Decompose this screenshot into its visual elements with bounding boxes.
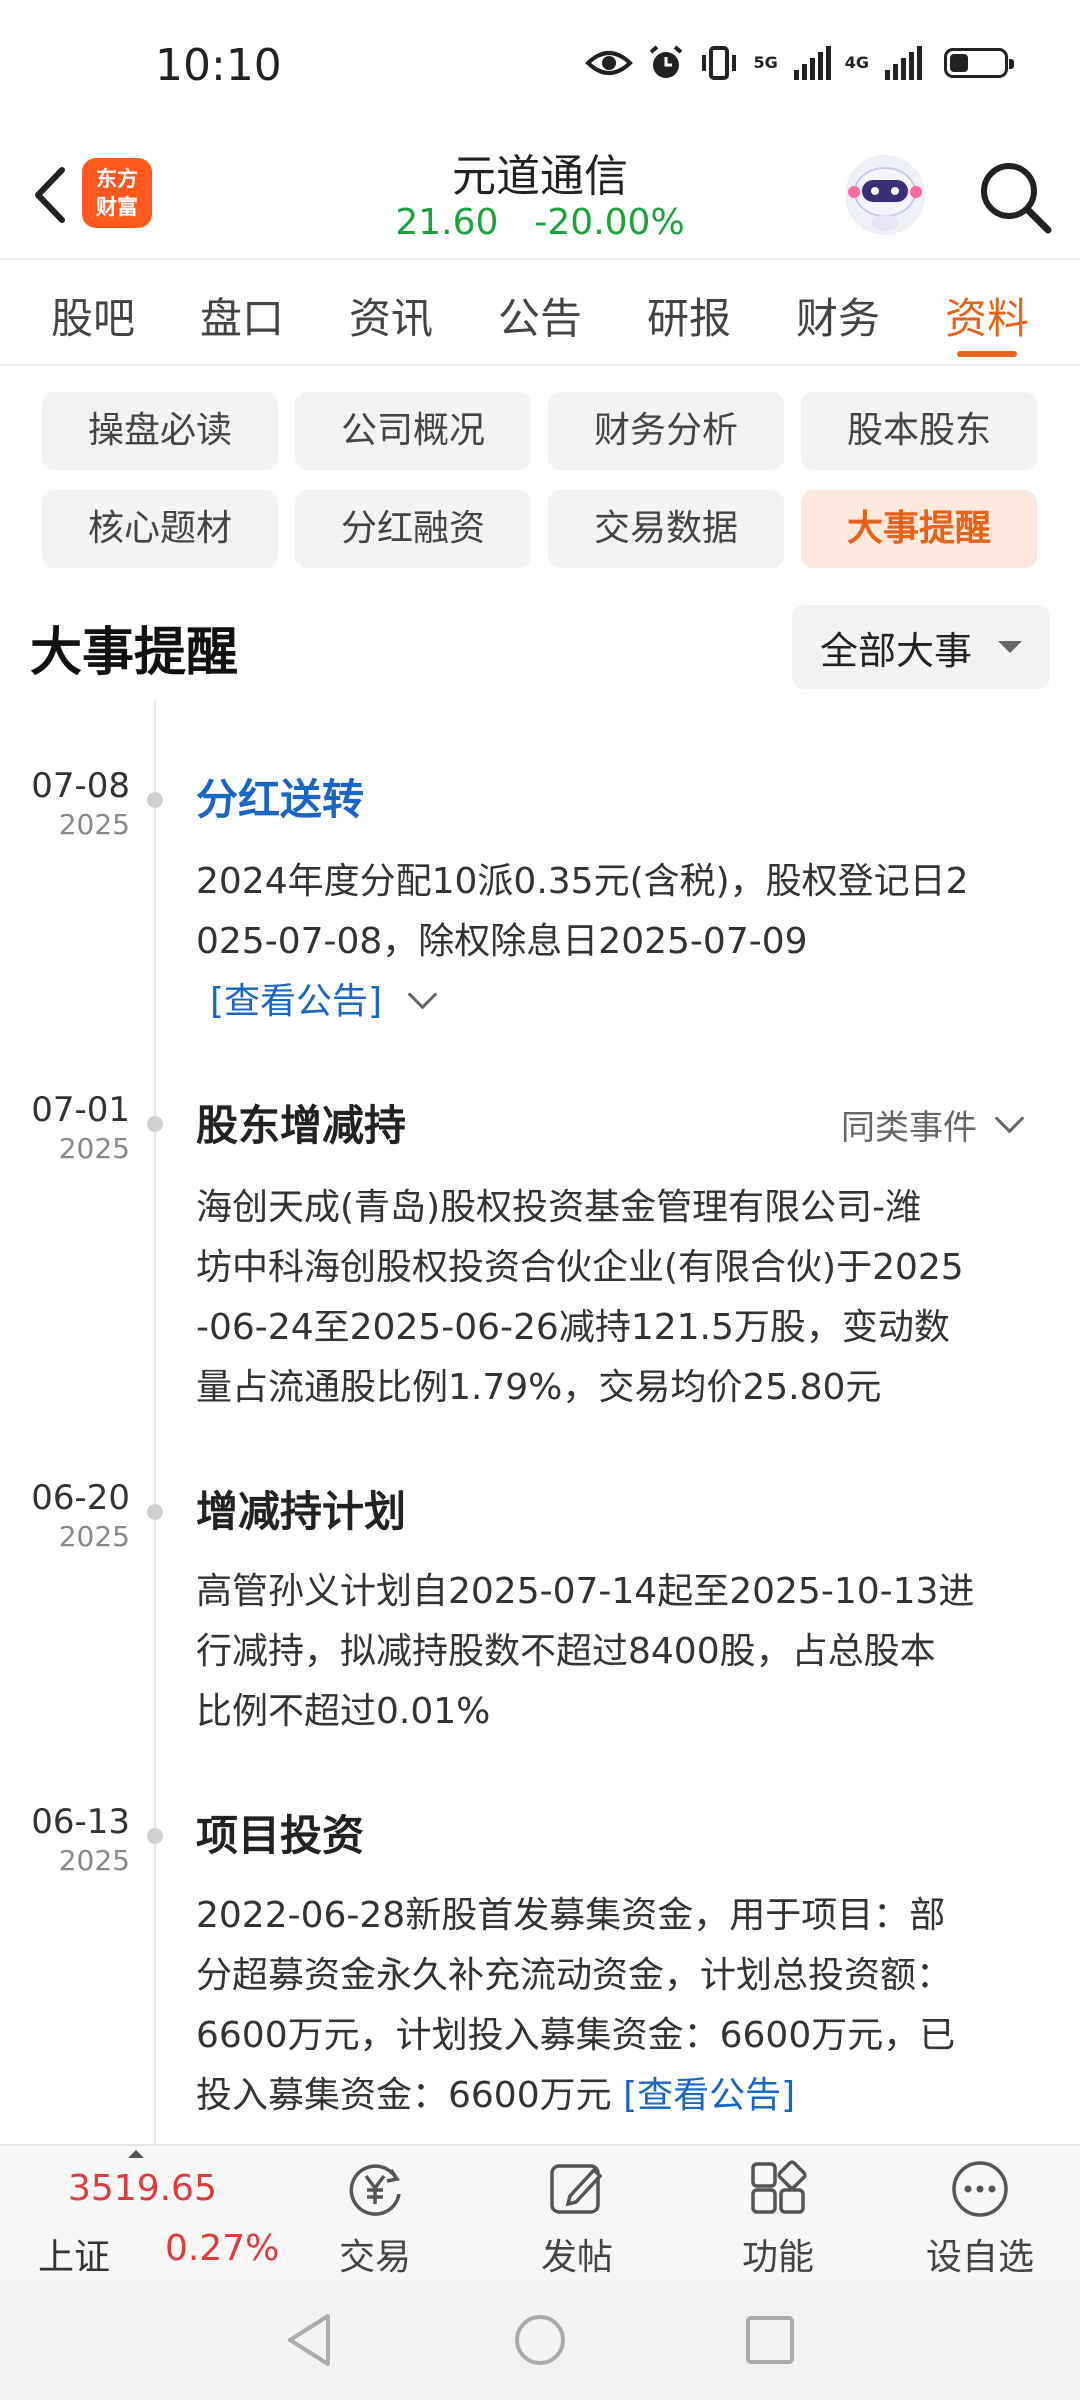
- expand-chevron-icon[interactable]: [407, 979, 438, 1010]
- dropdown-triangle-icon: [998, 641, 1022, 653]
- robot-assistant-icon[interactable]: [840, 150, 930, 240]
- timeline-dot: [147, 1828, 163, 1844]
- timeline-dot: [147, 1504, 163, 1520]
- eye-icon: [585, 51, 634, 75]
- filter-label: 全部大事: [819, 628, 972, 673]
- status-time: 10:10: [155, 40, 282, 91]
- yuan-refresh-icon: [349, 2164, 401, 2216]
- event-description: 2022-06-28新股首发募集资金，用于项目：部 分超募资金永久补充流动资金，…: [196, 1895, 956, 2116]
- signal-5g-icon: [793, 46, 831, 80]
- category-chip[interactable]: 公司概况: [295, 392, 531, 470]
- add-watchlist-button[interactable]: 设自选: [915, 2158, 1045, 2280]
- tab-item[interactable]: 股吧: [20, 285, 166, 346]
- event-date: 06-20: [31, 1478, 130, 1518]
- tab-item[interactable]: 研报: [616, 285, 762, 346]
- category-chip[interactable]: 股本股东: [801, 392, 1037, 470]
- event-title[interactable]: 分红送转: [196, 766, 364, 827]
- functions-button[interactable]: 功能: [713, 2158, 843, 2280]
- event-title: 增减持计划: [196, 1487, 407, 1536]
- stock-change: -20.00%: [534, 202, 685, 243]
- similar-events-button[interactable]: 同类事件: [841, 1100, 1025, 1149]
- system-nav-bar: [0, 2280, 1080, 2400]
- nav-home-icon[interactable]: [512, 2310, 568, 2370]
- battery-icon: [944, 48, 1014, 78]
- category-chip[interactable]: 财务分析: [548, 392, 784, 470]
- event-title: 股东增减持: [196, 1101, 407, 1150]
- main-tabs: 股吧 盘口 资讯 公告 研报 财务 资料: [20, 285, 1060, 357]
- alarm-icon: [650, 45, 683, 78]
- event-year: 2025: [58, 1844, 130, 1877]
- event-date: 07-01: [31, 1090, 130, 1130]
- category-chip[interactable]: 操盘必读: [42, 392, 278, 470]
- event-year: 2025: [58, 1520, 130, 1553]
- stock-price: 21.60: [395, 202, 499, 243]
- category-chip[interactable]: 大事提醒: [801, 490, 1037, 568]
- post-button[interactable]: 发帖: [512, 2158, 642, 2280]
- event-date: 07-08: [31, 766, 130, 806]
- sub-category-chips: 操盘必读 公司概况 财务分析 股本股东核心题材 分红融资 交易数据 大事提醒: [42, 392, 1040, 568]
- index-value[interactable]: 3519.65: [68, 2168, 217, 2209]
- view-announcement-link[interactable]: [查看公告]: [623, 2075, 795, 2116]
- event-title: 项目投资: [196, 1811, 365, 1860]
- category-chip[interactable]: 交易数据: [548, 490, 784, 568]
- net-4g-label: 4G: [844, 53, 869, 72]
- chevron-down-icon: [994, 1103, 1025, 1134]
- vibrate-icon: [702, 46, 737, 80]
- grid-apps-icon: [751, 2160, 807, 2214]
- event-date: 06-13: [31, 1802, 130, 1842]
- event-description: 高管孙义计划自2025-07-14起至2025-10-13进 行减持，拟减持股数…: [196, 1571, 975, 1732]
- category-chip[interactable]: 核心题材: [42, 490, 278, 568]
- nav-back-icon[interactable]: [282, 2310, 338, 2370]
- view-announcement-link[interactable]: [查看公告]: [210, 981, 382, 1022]
- index-change[interactable]: 0.27%: [165, 2228, 279, 2269]
- event-filter-dropdown[interactable]: 全部大事: [792, 605, 1050, 689]
- tab-item[interactable]: 资讯: [318, 285, 464, 346]
- header-divider: [0, 258, 1080, 260]
- timeline-dot: [147, 1116, 163, 1132]
- tab-item[interactable]: 财务: [765, 285, 911, 346]
- timeline-line: [154, 700, 156, 2150]
- event-year: 2025: [58, 808, 130, 841]
- tab-item[interactable]: 资料: [914, 285, 1060, 357]
- tabs-divider: [0, 364, 1080, 366]
- more-circle-icon: [952, 2161, 1008, 2217]
- edit-post-icon: [550, 2164, 603, 2214]
- caret-up-icon: [128, 2150, 144, 2158]
- tab-item[interactable]: 盘口: [169, 285, 315, 346]
- timeline-dot: [147, 792, 163, 808]
- event-year: 2025: [58, 1132, 130, 1165]
- net-5g-label: 5G: [753, 53, 778, 72]
- search-icon[interactable]: [976, 158, 1054, 236]
- section-title: 大事提醒: [30, 623, 239, 683]
- tab-item[interactable]: 公告: [467, 285, 613, 346]
- event-description: 2024年度分配10派0.35元(含税)，股权登记日2 025-07-08，除权…: [196, 861, 969, 1022]
- trade-button[interactable]: 交易: [310, 2158, 440, 2280]
- status-icons: 5G 4G: [585, 44, 1014, 82]
- signal-4g-icon: [885, 46, 922, 80]
- nav-recents-icon[interactable]: [742, 2310, 798, 2370]
- category-chip[interactable]: 分红融资: [295, 490, 531, 568]
- index-name[interactable]: 上证: [38, 2228, 110, 2280]
- event-description: 海创天成(青岛)股权投资基金管理有限公司-潍 坊中科海创股权投资合伙企业(有限合…: [196, 1187, 964, 1408]
